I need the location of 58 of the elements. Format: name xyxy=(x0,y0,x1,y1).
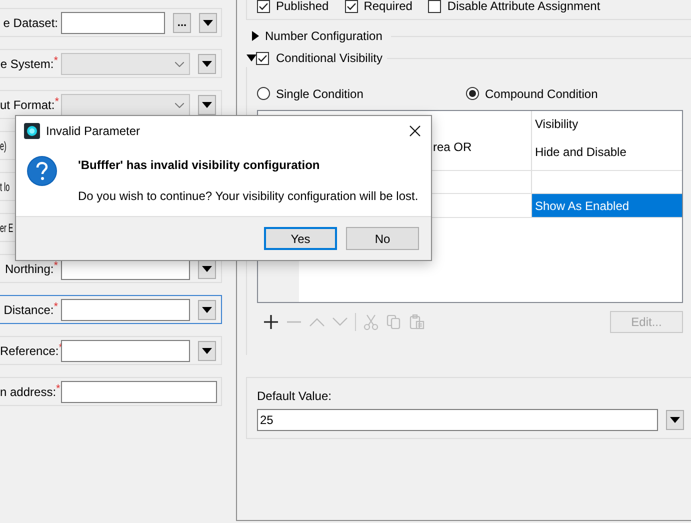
radio-label: Compound Condition xyxy=(485,86,598,100)
field-label: Default Value: xyxy=(257,389,332,403)
field-label: er E xyxy=(0,220,14,234)
caret-icon xyxy=(202,60,212,66)
field-label: t lo xyxy=(0,180,10,194)
question-icon xyxy=(26,155,58,187)
checkbox[interactable] xyxy=(256,52,269,64)
input-field[interactable] xyxy=(61,12,165,34)
checkbox[interactable] xyxy=(344,0,358,12)
dropdown-button[interactable] xyxy=(198,94,216,114)
checkbox-label: Published xyxy=(276,0,329,13)
caret-icon xyxy=(202,348,212,354)
table-cell[interactable]: Show As Enabled xyxy=(531,194,682,218)
dropdown-button[interactable] xyxy=(666,410,684,430)
required-mark: * xyxy=(54,260,58,272)
expander-icon[interactable] xyxy=(246,54,256,62)
dialog-title: Invalid Parameter xyxy=(46,124,142,138)
input-field[interactable] xyxy=(61,340,190,362)
dropdown-button[interactable] xyxy=(199,12,217,32)
caret-icon xyxy=(202,306,212,312)
caret-icon xyxy=(670,417,680,423)
required-mark: * xyxy=(54,300,58,312)
caret-icon xyxy=(202,266,212,272)
input-field[interactable] xyxy=(61,380,217,402)
default-value-field[interactable]: 25 xyxy=(257,409,658,431)
dialog-message: Do you wish to continue? Your visibility configuration will be lost. xyxy=(78,189,418,203)
browse-button[interactable]: ... xyxy=(173,12,191,32)
required-mark: * xyxy=(54,96,59,108)
caret-icon xyxy=(202,102,212,108)
checkbox-label: Disable Attribute Assignment xyxy=(447,0,600,13)
dropdown-button[interactable] xyxy=(198,54,216,74)
close-icon[interactable] xyxy=(409,124,421,136)
checkbox[interactable] xyxy=(428,0,442,12)
section-title[interactable]: Number Configuration xyxy=(265,29,382,43)
dropdown-button[interactable] xyxy=(198,300,216,320)
field-label: e) xyxy=(0,138,6,152)
chevron-icon xyxy=(175,102,184,108)
input-field[interactable] xyxy=(61,298,190,320)
add-icon[interactable] xyxy=(263,314,279,330)
chevron-icon xyxy=(175,62,184,66)
radio-button[interactable] xyxy=(257,87,270,100)
yes-button[interactable]: Yes xyxy=(264,227,337,250)
radio-label: Single Condition xyxy=(276,86,364,100)
section-title[interactable]: Conditional Visibility xyxy=(276,51,382,65)
no-button[interactable]: No xyxy=(346,227,419,250)
checkbox-label: Required xyxy=(364,0,412,13)
caret-icon xyxy=(203,20,213,26)
dropdown-button[interactable] xyxy=(198,340,216,360)
column-header[interactable]: Visibility xyxy=(531,111,682,136)
app-icon xyxy=(24,122,40,138)
expander-icon[interactable] xyxy=(252,31,259,41)
checkbox[interactable] xyxy=(257,0,270,12)
required-mark: * xyxy=(54,54,58,66)
field-label: e Dataset: xyxy=(2,16,58,30)
required-mark: * xyxy=(56,382,60,394)
combo-box[interactable] xyxy=(61,94,190,116)
table-cell[interactable]: Hide and Disable xyxy=(531,136,682,171)
radio-button[interactable] xyxy=(466,87,479,100)
